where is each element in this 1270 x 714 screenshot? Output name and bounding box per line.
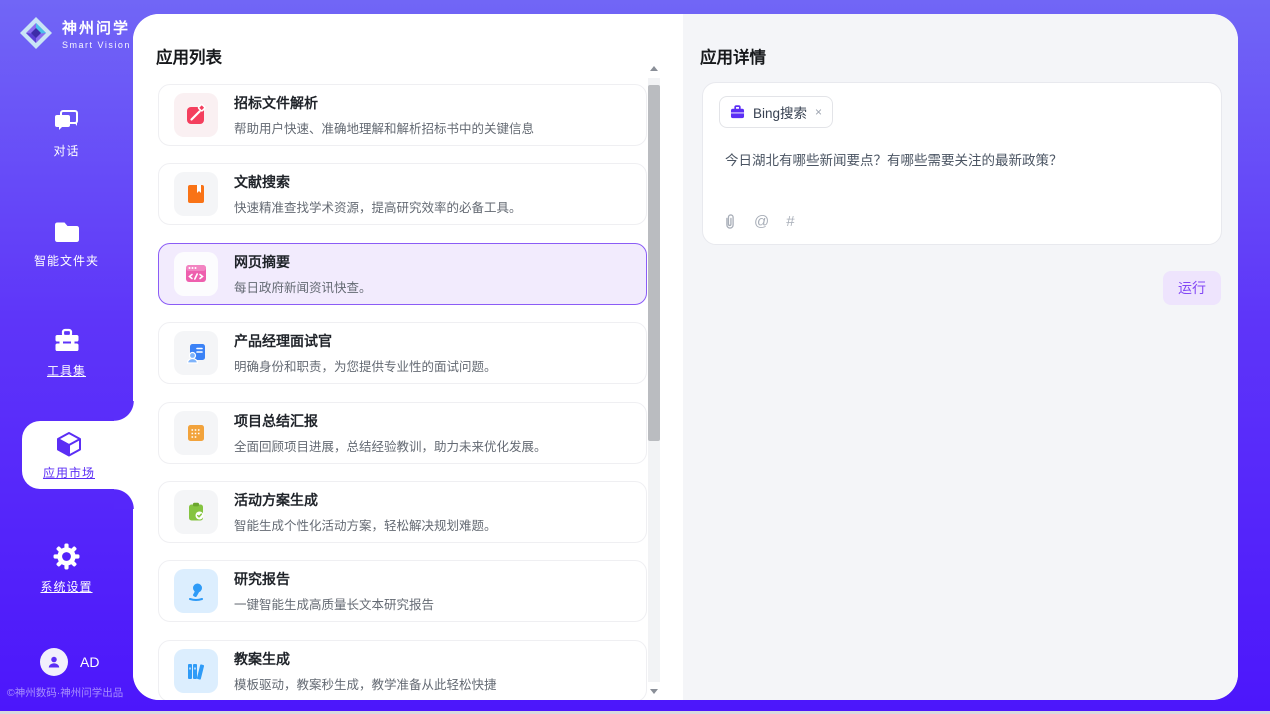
app-card-title: 文献搜索: [234, 172, 522, 192]
scrollbar-up-arrow[interactable]: [650, 66, 658, 71]
app-card-title: 招标文件解析: [234, 93, 534, 113]
run-button[interactable]: 运行: [1163, 271, 1221, 305]
sidebar-item-label: 对话: [53, 142, 79, 159]
app-card-bid-parse[interactable]: 招标文件解析 帮助用户快速、准确地理解和解析招标书中的关键信息: [158, 84, 647, 146]
main-content-card: 应用列表 招标文件解析 帮助用户快速、准确地理解和解析招标书中的关键信息: [133, 14, 1238, 700]
briefcase-icon: [730, 105, 745, 119]
browser-code-icon: [174, 252, 218, 296]
app-card-lesson-plan[interactable]: 教案生成 模板驱动，教案秒生成，教学准备从此轻松快捷: [158, 640, 647, 700]
folder-icon: [53, 220, 81, 244]
copyright-text: ©神州数码·神州问学出品: [7, 685, 123, 700]
tag-close-icon[interactable]: ×: [815, 105, 822, 119]
query-input[interactable]: 今日湖北有哪些新闻要点？有哪些需要关注的最新政策？: [725, 151, 1195, 171]
app-list-panel: 应用列表 招标文件解析 帮助用户快速、准确地理解和解析招标书中的关键信息: [133, 14, 683, 700]
sidebar-item-app-market[interactable]: 应用市场: [22, 421, 134, 489]
sidebar-item-chat[interactable]: 对话: [0, 108, 133, 159]
hash-icon[interactable]: #: [786, 213, 794, 230]
app-card-event-plan[interactable]: 活动方案生成 智能生成个性化活动方案，轻松解决规划难题。: [158, 481, 647, 543]
sidebar-item-label: 智能文件夹: [34, 252, 99, 269]
scrollbar-down-arrow[interactable]: [650, 689, 658, 694]
app-card-desc: 明确身份和职责，为您提供专业性的面试问题。: [234, 356, 497, 375]
user-account[interactable]: AD: [40, 648, 99, 676]
brand-tagline: Smart Vision: [62, 40, 131, 50]
sidebar-item-label: 系统设置: [40, 578, 92, 595]
app-list-title: 应用列表: [156, 44, 222, 68]
clipboard-check-icon: [174, 490, 218, 534]
brand-name: 神州问学: [62, 17, 131, 38]
book-icon: [174, 172, 218, 216]
user-initials: AD: [80, 654, 99, 670]
tool-tag-label: Bing搜索: [753, 102, 807, 122]
app-card-title: 网页摘要: [234, 252, 372, 272]
books-icon: [174, 649, 218, 693]
scrollbar-thumb[interactable]: [648, 85, 660, 441]
avatar[interactable]: [40, 648, 68, 676]
person-icon: [46, 654, 62, 670]
app-card-desc: 全面回顾项目进展，总结经验教训，助力未来优化发展。: [234, 436, 547, 455]
sidebar-item-settings[interactable]: 系统设置: [0, 543, 133, 595]
tab-fillet-bottom: [114, 489, 134, 509]
sticky-note-icon: [174, 411, 218, 455]
app-card-desc: 帮助用户快速、准确地理解和解析招标书中的关键信息: [234, 118, 534, 137]
edit-note-icon: [174, 93, 218, 137]
app-detail-title: 应用详情: [700, 44, 766, 68]
app-frame: 神州问学 Smart Vision 对话 智能文件夹 工具集: [0, 0, 1270, 714]
paperclip-icon[interactable]: [723, 213, 737, 230]
tool-tag-bing-search[interactable]: Bing搜索 ×: [719, 96, 833, 128]
app-card-title: 产品经理面试官: [234, 331, 497, 351]
attachment-toolbar: @ #: [723, 213, 795, 230]
diamond-logo-icon: [18, 15, 54, 51]
sidebar-item-label: 工具集: [47, 362, 86, 379]
cube-icon: [55, 430, 83, 458]
interview-doc-icon: [174, 331, 218, 375]
app-card-title: 教案生成: [234, 649, 497, 669]
app-card-research-report[interactable]: 研究报告 一键智能生成高质量长文本研究报告: [158, 560, 647, 622]
mention-icon[interactable]: @: [754, 213, 769, 230]
app-card-pm-interviewer[interactable]: 产品经理面试官 明确身份和职责，为您提供专业性的面试问题。: [158, 322, 647, 384]
toolbox-icon: [53, 328, 81, 354]
app-card-desc: 快速精准查找学术资源，提高研究效率的必备工具。: [234, 197, 522, 216]
app-card-title: 项目总结汇报: [234, 411, 547, 431]
sidebar-item-toolset[interactable]: 工具集: [0, 328, 133, 379]
app-card-title: 研究报告: [234, 569, 434, 589]
app-card-desc: 一键智能生成高质量长文本研究报告: [234, 594, 434, 613]
app-list: 招标文件解析 帮助用户快速、准确地理解和解析招标书中的关键信息 文献搜索 快速精…: [158, 84, 647, 700]
app-card-title: 活动方案生成: [234, 490, 497, 510]
sidebar-item-label: 应用市场: [43, 464, 95, 481]
gear-icon: [53, 543, 80, 570]
app-card-project-summary[interactable]: 项目总结汇报 全面回顾项目进展，总结经验教训，助力未来优化发展。: [158, 402, 647, 464]
chat-icon: [53, 108, 80, 134]
compose-card[interactable]: Bing搜索 × 今日湖北有哪些新闻要点？有哪些需要关注的最新政策？ @ #: [702, 82, 1222, 245]
brand-logo: 神州问学 Smart Vision: [18, 15, 131, 51]
app-card-desc: 每日政府新闻资讯快查。: [234, 277, 372, 296]
tab-fillet-top: [114, 401, 134, 421]
app-detail-panel: 应用详情 Bing搜索 × 今日湖北有哪些新闻要点？有哪些需要关注的最新政策？: [683, 14, 1238, 700]
microscope-icon: [174, 569, 218, 613]
app-card-desc: 智能生成个性化活动方案，轻松解决规划难题。: [234, 515, 497, 534]
app-card-web-summary[interactable]: 网页摘要 每日政府新闻资讯快查。: [158, 243, 647, 305]
app-card-desc: 模板驱动，教案秒生成，教学准备从此轻松快捷: [234, 674, 497, 693]
sidebar-item-smart-folder[interactable]: 智能文件夹: [0, 220, 133, 269]
scrollbar-track[interactable]: [648, 78, 660, 682]
app-card-literature-search[interactable]: 文献搜索 快速精准查找学术资源，提高研究效率的必备工具。: [158, 163, 647, 225]
